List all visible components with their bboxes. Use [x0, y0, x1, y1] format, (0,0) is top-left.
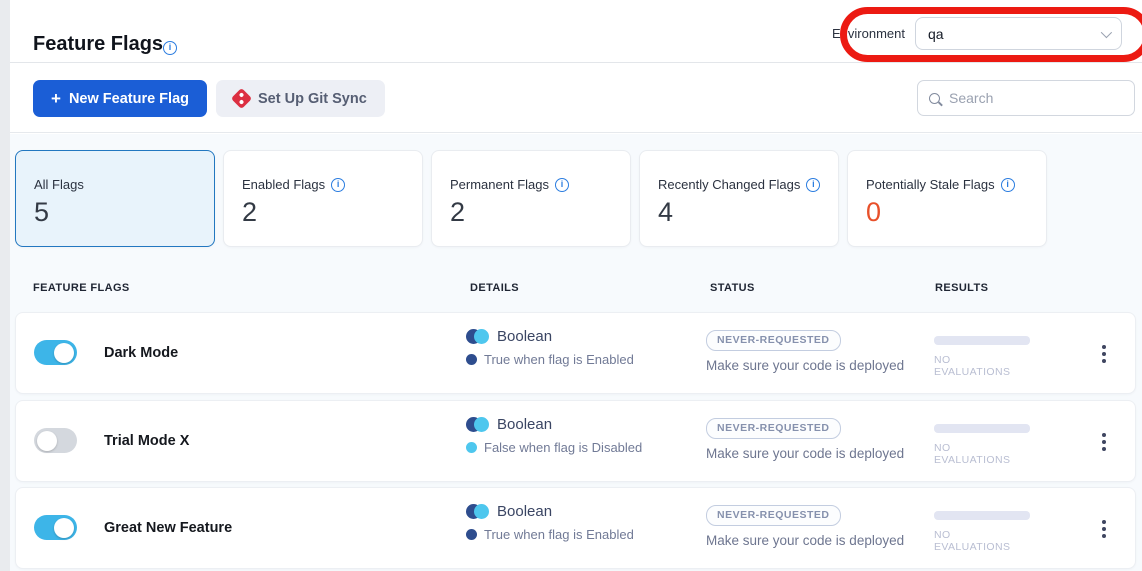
toolbar: New Feature Flag Set Up Git Sync [10, 64, 1142, 133]
status-badge: NEVER-REQUESTED [706, 330, 841, 351]
status-note: Make sure your code is deployed [706, 533, 904, 548]
flag-toggle[interactable] [34, 515, 77, 540]
table-row: Trial Mode X Boolean False when flag is … [15, 400, 1136, 482]
environment-value: qa [928, 26, 944, 42]
rule-dot-icon [466, 529, 477, 540]
kebab-menu-icon[interactable] [1094, 339, 1114, 369]
flag-details: Boolean True when flag is Enabled [466, 328, 634, 367]
flag-status: NEVER-REQUESTED Make sure your code is d… [706, 418, 904, 461]
status-badge: NEVER-REQUESTED [706, 505, 841, 526]
stat-card-label: Permanent Flags [450, 177, 549, 192]
search-icon [929, 93, 940, 104]
kebab-menu-icon[interactable] [1094, 514, 1114, 544]
stat-card-value: 2 [242, 197, 422, 228]
environment-selector-group: Environment qa [832, 17, 1122, 50]
flag-rule: True when flag is Enabled [484, 352, 634, 367]
content-area: All Flags 5 Enabled Flags 2 Permanent Fl… [10, 134, 1142, 571]
stat-card-permanent-flags[interactable]: Permanent Flags 2 [431, 150, 631, 247]
stat-cards: All Flags 5 Enabled Flags 2 Permanent Fl… [15, 150, 1047, 247]
info-icon[interactable] [163, 41, 177, 55]
results-label: NO EVALUATIONS [934, 529, 1030, 553]
flag-results: NO EVALUATIONS [934, 424, 1030, 466]
stat-card-value: 2 [450, 197, 630, 228]
results-bar [934, 336, 1030, 345]
flag-results: NO EVALUATIONS [934, 511, 1030, 553]
stat-card-all-flags[interactable]: All Flags 5 [15, 150, 215, 247]
stat-card-value: 0 [866, 197, 1046, 228]
stat-card-value: 5 [34, 197, 214, 228]
info-icon[interactable] [555, 178, 569, 192]
page-header: Feature Flags Environment qa [10, 0, 1142, 63]
column-header-results: RESULTS [935, 282, 988, 294]
flag-rule: False when flag is Disabled [484, 440, 642, 455]
left-edge-strip [0, 0, 10, 571]
flag-status: NEVER-REQUESTED Make sure your code is d… [706, 330, 904, 373]
status-note: Make sure your code is deployed [706, 358, 904, 373]
flag-name[interactable]: Dark Mode [104, 345, 178, 361]
boolean-circles-icon [466, 329, 489, 344]
kebab-menu-icon[interactable] [1094, 427, 1114, 457]
status-note: Make sure your code is deployed [706, 446, 904, 461]
search-box [917, 80, 1135, 116]
flag-status: NEVER-REQUESTED Make sure your code is d… [706, 505, 904, 548]
setup-git-sync-button[interactable]: Set Up Git Sync [216, 80, 385, 117]
stat-card-label: All Flags [34, 177, 84, 192]
flag-results: NO EVALUATIONS [934, 336, 1030, 378]
column-header-feature-flags: FEATURE FLAGS [33, 282, 130, 294]
results-label: NO EVALUATIONS [934, 354, 1030, 378]
info-icon[interactable] [331, 178, 345, 192]
flag-rule: True when flag is Enabled [484, 527, 634, 542]
stat-card-label: Potentially Stale Flags [866, 177, 995, 192]
flag-type: Boolean [497, 503, 552, 520]
results-bar [934, 424, 1030, 433]
column-header-status: STATUS [710, 282, 755, 294]
feature-flags-page: Feature Flags Environment qa New Feature… [0, 0, 1142, 571]
rule-dot-icon [466, 354, 477, 365]
table-row: Dark Mode Boolean True when flag is Enab… [15, 312, 1136, 394]
flag-type: Boolean [497, 416, 552, 433]
new-feature-flag-button[interactable]: New Feature Flag [33, 80, 207, 117]
results-bar [934, 511, 1030, 520]
stat-card-value: 4 [658, 197, 838, 228]
info-icon[interactable] [1001, 178, 1015, 192]
boolean-circles-icon [466, 417, 489, 432]
flag-details: Boolean False when flag is Disabled [466, 416, 642, 455]
status-badge: NEVER-REQUESTED [706, 418, 841, 439]
stat-card-recently-changed-flags[interactable]: Recently Changed Flags 4 [639, 150, 839, 247]
info-icon[interactable] [806, 178, 820, 192]
stat-card-enabled-flags[interactable]: Enabled Flags 2 [223, 150, 423, 247]
table-row: Great New Feature Boolean True when flag… [15, 487, 1136, 569]
flag-details: Boolean True when flag is Enabled [466, 503, 634, 542]
stat-card-label: Enabled Flags [242, 177, 325, 192]
chevron-down-icon [1101, 26, 1112, 37]
plus-icon [51, 89, 61, 109]
new-feature-flag-label: New Feature Flag [69, 91, 189, 107]
stat-card-label: Recently Changed Flags [658, 177, 800, 192]
git-diamond-icon [231, 88, 252, 109]
stat-card-potentially-stale-flags[interactable]: Potentially Stale Flags 0 [847, 150, 1047, 247]
boolean-circles-icon [466, 504, 489, 519]
flag-toggle[interactable] [34, 340, 77, 365]
table-header: FEATURE FLAGS DETAILS STATUS RESULTS [10, 270, 1142, 310]
flag-name[interactable]: Great New Feature [104, 520, 232, 536]
environment-label: Environment [832, 26, 905, 41]
column-header-details: DETAILS [470, 282, 519, 294]
results-label: NO EVALUATIONS [934, 442, 1030, 466]
page-title: Feature Flags [33, 33, 163, 56]
flag-toggle[interactable] [34, 428, 77, 453]
flag-type: Boolean [497, 328, 552, 345]
search-input[interactable] [949, 90, 1130, 106]
setup-git-sync-label: Set Up Git Sync [258, 91, 367, 107]
environment-select[interactable]: qa [915, 17, 1122, 50]
rule-dot-icon [466, 442, 477, 453]
flag-name[interactable]: Trial Mode X [104, 433, 189, 449]
